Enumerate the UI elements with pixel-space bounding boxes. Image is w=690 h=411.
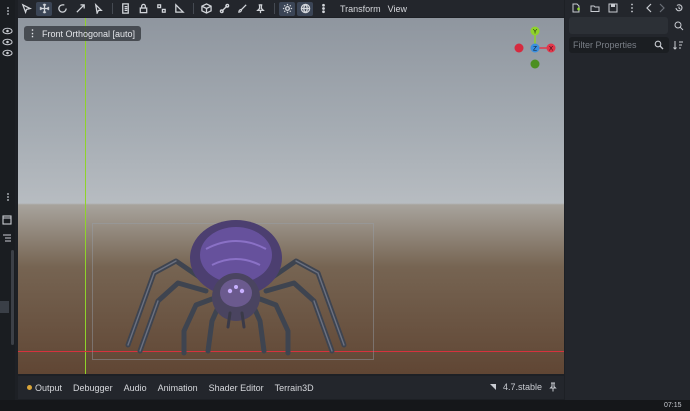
pin-icon <box>255 4 265 14</box>
environment-toggle-button[interactable] <box>297 1 313 16</box>
sort-icon[interactable] <box>673 40 684 50</box>
history-icon[interactable] <box>674 3 684 13</box>
viewport-toolbar: Transform View <box>18 0 564 17</box>
cube-button[interactable] <box>198 2 214 16</box>
view-menu-button[interactable]: ⋮ Front Orthogonal [auto] <box>24 26 142 41</box>
list-select-button[interactable] <box>90 2 106 16</box>
toolbar-divider <box>193 3 194 14</box>
neg-y-axis-handle[interactable] <box>530 59 540 69</box>
scrollbar[interactable] <box>11 250 14 345</box>
toolbar-divider <box>274 3 275 14</box>
globe-icon <box>300 3 310 14</box>
tab-output[interactable]: Output <box>31 383 69 393</box>
selected-row[interactable] <box>0 301 9 313</box>
view-mode-label: Front Orthogonal [auto] <box>42 28 136 39</box>
ruler-icon <box>174 3 185 13</box>
scale-icon <box>75 4 85 13</box>
tree-list-icon[interactable] <box>2 233 12 243</box>
new-resource-icon[interactable] <box>571 3 581 13</box>
docs-search-icon[interactable] <box>673 20 685 32</box>
visibility-eye-icon[interactable] <box>2 49 13 57</box>
group-button[interactable] <box>153 2 169 16</box>
transform-menu[interactable]: Transform <box>333 4 388 14</box>
brush-icon <box>237 4 247 13</box>
neg-x-axis-handle[interactable] <box>514 43 524 53</box>
bone-button[interactable] <box>216 2 232 16</box>
lock-button[interactable] <box>135 2 151 16</box>
search-icon <box>654 40 664 50</box>
taskbar-strip: 07:15 <box>0 400 690 411</box>
toolbar-divider <box>112 3 113 14</box>
select-cursor-icon <box>21 3 32 14</box>
open-folder-icon[interactable] <box>590 3 600 13</box>
lock-icon <box>139 3 147 14</box>
engine-version[interactable]: 4.7.stable <box>503 382 542 392</box>
visibility-eye-icon[interactable] <box>2 38 13 46</box>
left-dock <box>0 0 15 411</box>
group-icon <box>156 4 166 13</box>
ruler-button[interactable] <box>171 2 187 16</box>
tab-debugger[interactable]: Debugger <box>69 383 120 393</box>
cube-icon <box>200 3 212 14</box>
paint-button[interactable] <box>234 2 250 16</box>
kebab-menu-icon: ⋮ <box>28 28 37 38</box>
dock-menu-dots-icon[interactable] <box>4 193 12 201</box>
tab-terrain3d[interactable]: Terrain3D <box>271 383 321 393</box>
resource-path-field[interactable] <box>569 17 668 34</box>
spider-model[interactable] <box>96 213 376 358</box>
document-list-icon <box>121 3 129 14</box>
bottom-panel-tabs: Output Debugger Audio Animation Shader E… <box>18 376 564 399</box>
tab-shader-editor[interactable]: Shader Editor <box>205 383 271 393</box>
move-arrows-icon <box>38 3 50 14</box>
bone-icon <box>219 3 229 14</box>
sun-toggle-button[interactable] <box>279 1 295 16</box>
select-mode-button[interactable] <box>18 2 34 16</box>
3d-viewport[interactable]: ⋮ Front Orthogonal [auto] Y Z X <box>18 18 564 374</box>
toolbar-more-button[interactable] <box>315 2 331 16</box>
tab-audio[interactable]: Audio <box>120 383 154 393</box>
cursor-icon <box>94 3 103 14</box>
selectable-list-button[interactable] <box>117 2 133 16</box>
vertical-dots-icon <box>321 3 325 14</box>
save-icon[interactable] <box>608 3 618 13</box>
filter-placeholder: Filter Properties <box>573 40 637 50</box>
pin-panel-icon[interactable] <box>548 382 558 392</box>
scale-mode-button[interactable] <box>72 2 88 16</box>
window-icon[interactable] <box>2 215 12 225</box>
x-axis-letter: X <box>549 46 554 53</box>
chevron-right-icon[interactable] <box>657 3 667 13</box>
view-menu[interactable]: View <box>388 4 414 14</box>
clock-time: 07:15 <box>664 402 682 409</box>
visibility-eye-icon[interactable] <box>2 27 13 35</box>
move-mode-button[interactable] <box>36 1 52 16</box>
orientation-gizmo[interactable]: Y Z X <box>510 24 560 74</box>
tab-animation[interactable]: Animation <box>154 383 205 393</box>
y-axis-letter: Y <box>533 29 538 36</box>
more-options-icon[interactable] <box>627 3 637 13</box>
output-status-dot <box>27 385 32 390</box>
sun-icon <box>282 3 292 14</box>
chevron-left-icon[interactable] <box>644 3 654 13</box>
inspector-panel: Filter Properties <box>565 0 690 411</box>
y-axis-line <box>85 18 86 374</box>
dock-menu-dots-icon[interactable] <box>4 7 12 15</box>
rotate-icon <box>57 4 67 13</box>
update-spinner-icon[interactable] <box>488 382 498 392</box>
rotate-mode-button[interactable] <box>54 2 70 16</box>
z-axis-letter: Z <box>533 46 537 53</box>
pin-button[interactable] <box>252 2 268 16</box>
